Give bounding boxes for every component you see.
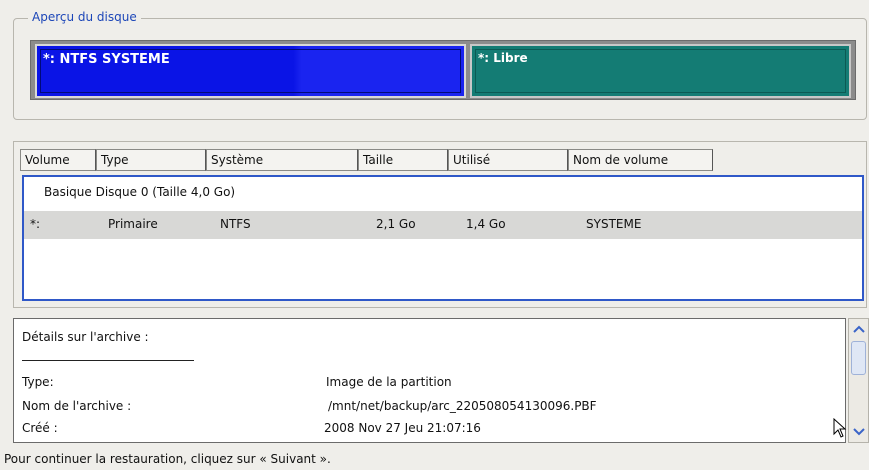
table-row[interactable]: *: Primaire NTFS 2,1 Go 1,4 Go SYSTEME [24, 211, 862, 239]
disk-group-row[interactable]: Basique Disque 0 (Taille 4,0 Go) [44, 185, 235, 199]
partition-ntfs-system[interactable]: *: NTFS SYSTEME [35, 44, 466, 98]
cell-type: Primaire [108, 217, 158, 231]
partition-free-space[interactable]: *: Libre [470, 44, 851, 98]
cell-used: 1,4 Go [466, 217, 506, 231]
mouse-cursor-icon [833, 418, 847, 438]
column-header-system[interactable]: Système [206, 149, 358, 171]
details-heading: Détails sur l'archive : [22, 330, 149, 344]
scroll-thumb[interactable] [851, 341, 866, 375]
scroll-up-icon[interactable] [850, 320, 867, 338]
detail-label-archive-name: Nom de l'archive : [22, 399, 132, 413]
column-header-size[interactable]: Taille [358, 149, 448, 171]
footer-hint: Pour continuer la restauration, cliquez … [4, 452, 331, 466]
partition-list[interactable]: Basique Disque 0 (Taille 4,0 Go) *: Prim… [22, 175, 864, 301]
cell-size: 2,1 Go [376, 217, 416, 231]
details-scrollbar[interactable] [848, 318, 869, 443]
detail-label-created: Créé : [22, 421, 58, 435]
detail-value-archive-name: /mnt/net/backup/arc_220508054130096.PBF [328, 399, 597, 413]
column-header-volume-name[interactable]: Nom de volume [568, 149, 713, 171]
partition-free-label: *: Libre [478, 51, 528, 65]
detail-label-type: Type: [22, 375, 54, 389]
column-header-volume[interactable]: Volume [20, 149, 96, 171]
scroll-down-icon[interactable] [850, 423, 867, 441]
cell-volume: *: [30, 217, 41, 231]
archive-details[interactable]: Détails sur l'archive : Type: Image de l… [13, 318, 846, 443]
disk-overview-legend: Aperçu du disque [28, 10, 141, 24]
details-divider [22, 360, 194, 361]
detail-value-type: Image de la partition [326, 375, 452, 389]
column-headers: Volume Type Système Taille Utilisé Nom d… [20, 149, 713, 171]
column-header-type[interactable]: Type [96, 149, 206, 171]
detail-value-created: 2008 Nov 27 Jeu 21:07:16 [324, 421, 481, 435]
disk-map: *: NTFS SYSTEME *: Libre [30, 40, 856, 100]
cell-volume-name: SYSTEME [586, 217, 642, 231]
column-header-used[interactable]: Utilisé [448, 149, 568, 171]
partition-ntfs-label: *: NTFS SYSTEME [43, 52, 170, 67]
cell-system: NTFS [220, 217, 251, 231]
